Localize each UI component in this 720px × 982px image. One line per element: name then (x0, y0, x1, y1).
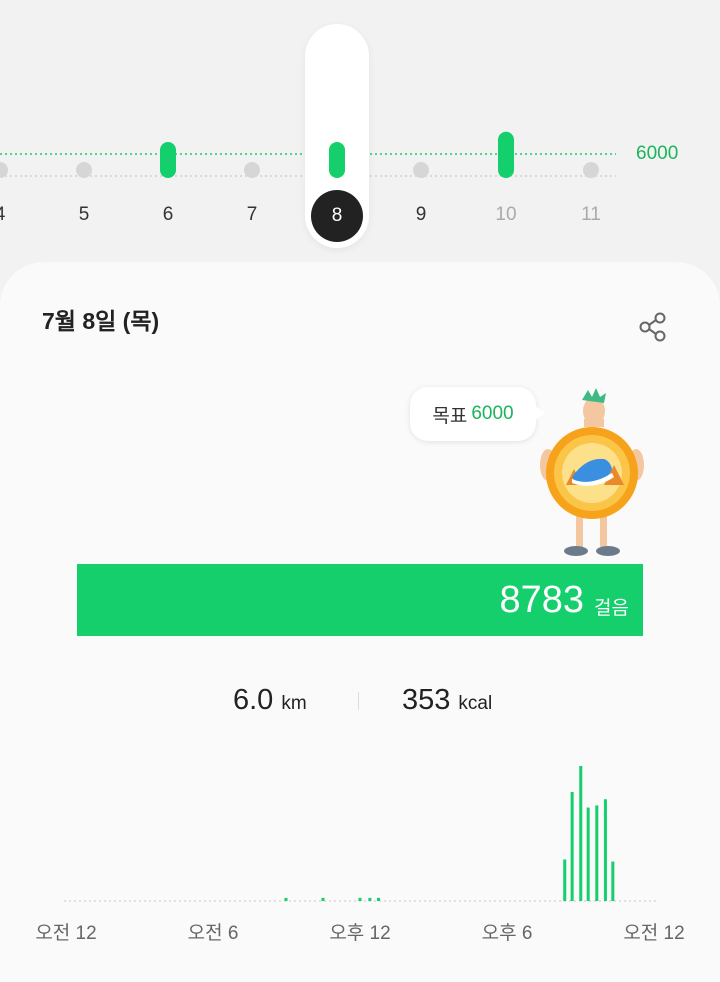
calories-unit: kcal (458, 693, 493, 714)
steps-unit: 걸음 (594, 597, 629, 619)
day-empty-dot (76, 162, 92, 178)
day-label-7[interactable]: 7 (232, 204, 272, 226)
day-steps-bar (160, 142, 176, 178)
hourly-steps-chart (64, 766, 656, 902)
day-empty-dot (244, 162, 260, 178)
hourly-bar (586, 807, 590, 901)
hourly-bar (358, 897, 362, 901)
day-steps-bar (498, 131, 514, 178)
selected-day-steps-bar (329, 142, 345, 178)
day-label-5[interactable]: 5 (64, 204, 104, 226)
stat-divider (358, 692, 359, 710)
distance-unit: km (281, 693, 307, 714)
x-tick-label: 오전 6 (187, 923, 239, 944)
distance-value: 6.0 (233, 684, 274, 716)
goal-value: 6000 (471, 403, 514, 424)
hourly-bar (611, 861, 615, 901)
hourly-bar (563, 859, 567, 901)
hourly-bar (321, 897, 325, 901)
selected-day-label[interactable]: 8 (311, 190, 363, 242)
runner-mascot-illustration (540, 388, 644, 556)
day-label-4[interactable]: 4 (0, 204, 20, 226)
calories-stat: 353 kcal (402, 684, 492, 717)
day-label-10[interactable]: 10 (486, 204, 526, 226)
calories-value: 353 (402, 684, 451, 716)
hourly-bar (570, 791, 574, 901)
x-tick-label: 오후 12 (329, 923, 391, 944)
goal-line-label: 6000 (636, 143, 679, 164)
hourly-bar (579, 766, 583, 901)
date-title: 7월 8일 (목) (42, 308, 160, 334)
steps-value: 8783 (499, 578, 585, 621)
share-icon (639, 312, 666, 342)
goal-bubble: 목표 6000 (410, 387, 545, 441)
hourly-bar (595, 805, 599, 901)
x-tick-label: 오전 12 (35, 923, 97, 944)
x-tick-label: 오후 6 (481, 923, 533, 944)
hourly-bar (377, 897, 380, 901)
hourly-bar (368, 897, 372, 901)
distance-stat: 6.0 km (233, 684, 307, 717)
day-label-9[interactable]: 9 (401, 204, 441, 226)
hourly-bar (603, 799, 607, 901)
steps-progress-bar: 8783 걸음 (77, 564, 643, 636)
hourly-bar (284, 897, 288, 901)
day-label-11[interactable]: 11 (571, 204, 611, 226)
day-empty-dot (583, 162, 599, 178)
day-empty-dot (413, 162, 429, 178)
x-tick-label: 오전 12 (623, 923, 685, 944)
share-button[interactable] (636, 310, 670, 344)
goal-prefix: 목표 (432, 405, 468, 427)
day-label-6[interactable]: 6 (148, 204, 188, 226)
